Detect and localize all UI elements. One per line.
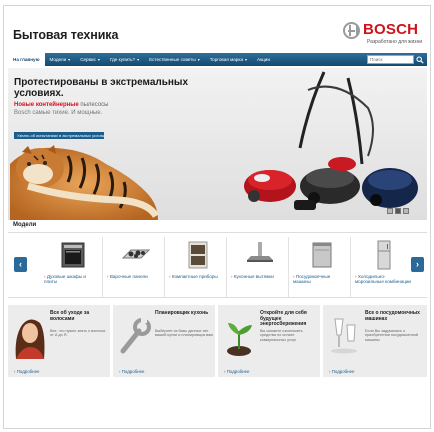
bosch-armature-icon [343,22,360,39]
promo-section: Все об уходе за волосами Все, что нужно … [8,305,427,377]
fridge-icon [377,240,391,270]
compact-appliance-icon [188,241,208,269]
promo-title: Откройте для себя будущее энергосбережен… [260,310,307,328]
product-label: › Духовые шкафы и плиты [44,274,86,285]
nav-item-models[interactable]: Модели ▾ [45,53,76,66]
chevron-down-icon: ▾ [245,57,248,62]
chevron-down-icon: ▾ [197,57,200,62]
product-label: › Холодильно-морозильные комбинации [355,274,411,285]
hero-cta-button[interactable]: Узнать об испытаниях в экстремальных усл… [14,132,104,139]
nav-item-promotions[interactable]: Акции [252,53,275,66]
carousel-prev-button[interactable]: ‹ [14,257,27,272]
nav-item-brand[interactable]: Торговая марка ▾ [205,53,252,66]
models-heading: Модели [13,222,37,228]
search-icon [416,55,424,64]
promo-title: Планировщик кухонь [155,310,209,316]
promo-card-hair-care[interactable]: Все об уходе за волосами Все, что нужно … [8,305,110,377]
promo-text: Если Вы задумались о приобретении посудо… [365,329,419,342]
hood-icon [247,242,273,262]
slide-dot-active[interactable]: 2 [395,208,401,214]
chevron-down-icon: ▾ [97,57,100,62]
product-label: › Варочные панели [107,274,148,279]
wrench-icon [120,317,151,354]
main-nav: На главную Модели ▾ Сервис ▾ Где купить? ▾ … [8,53,427,66]
promo-more-link[interactable]: › Подробнее [119,369,144,374]
promo-card-dishwashers[interactable]: Все о посудомоечных машинах Если Вы заду… [323,305,427,377]
dishwasher-icon [312,242,332,268]
slide-dot[interactable]: 3 [403,208,409,214]
browser-frame: Бытовая техника BOSCH Разработано для жи… [3,5,431,429]
promo-more-link[interactable]: › Подробнее [329,369,354,374]
hero-title: Протестированы в экстремальных условиях. [14,77,189,99]
product-item-ovens[interactable]: › Духовые шкафы и плиты [40,237,98,297]
promo-more-link[interactable]: › Подробнее [14,369,39,374]
product-item-hoods[interactable]: › Кухонные вытяжки [226,237,284,297]
promo-text: Все, что нужно знать о волосах от А до Я… [50,329,106,338]
carousel-next-button[interactable]: › [411,257,424,272]
promo-title: Все об уходе за волосами [50,310,90,322]
nav-item-home[interactable]: На главную [8,53,45,66]
brand-tagline: Разработано для жизни [367,39,423,45]
chevron-down-icon: ▾ [68,57,71,62]
product-item-fridges[interactable]: › Холодильно-морозильные комбинации [350,237,411,297]
sprout-icon [227,323,252,356]
slide-pager: 1 2 3 [387,208,409,214]
promo-card-energy-saving[interactable]: Откройте для себя будущее энергосбережен… [218,305,320,377]
promo-card-kitchen-planner[interactable]: Планировщик кухонь Выберите из базы данн… [113,305,215,377]
models-carousel: ‹ › Духовые шкафы и плиты › Варочные пан… [8,232,427,298]
search-input[interactable] [367,55,414,64]
product-item-dishwashers[interactable]: › Посудомоечные машины [288,237,346,297]
chevron-down-icon: ▾ [137,57,140,62]
glassware-icon [331,318,357,354]
promo-title: Все о посудомоечных машинах [365,310,420,322]
chevron-left-icon: ‹ [19,259,22,269]
bosch-logo[interactable]: BOSCH Разработано для жизни [343,21,423,48]
product-list: › Духовые шкафы и плиты › Варочные панел… [40,237,411,297]
hob-icon [121,249,151,259]
hero-banner[interactable]: Протестированы в экстремальных условиях.… [8,68,427,220]
oven-icon [61,242,85,268]
slide-dot[interactable]: 1 [387,208,393,214]
hero-subtitle-line2: Bosch самые тихие. И мощные. [14,110,103,116]
product-item-hobs[interactable]: › Варочные панели [102,237,160,297]
hero-subtitle: Новые контейнерные пылесосы [14,102,109,108]
product-label: › Кухонные вытяжки [231,274,274,279]
product-item-compact[interactable]: › Компактные приборы [164,237,222,297]
site-title[interactable]: Бытовая техника [13,28,118,42]
product-label: › Посудомоечные машины [293,274,331,285]
nav-item-tips[interactable]: Естественные советы ▾ [144,53,205,66]
nav-item-service[interactable]: Сервис ▾ [75,53,105,66]
brand-name: BOSCH [363,21,419,38]
promo-text: Выберите из базы данных тип вашей кухни … [155,329,213,338]
woman-portrait-icon [15,319,45,359]
page-header: Бытовая техника BOSCH Разработано для жи… [4,6,430,50]
product-label: › Компактные приборы [169,274,218,279]
chevron-right-icon: › [416,259,419,269]
promo-text: Вы сможете сэкономить средства по оплате… [260,329,303,342]
nav-item-where-to-buy[interactable]: Где купить? ▾ [105,53,144,66]
search-button[interactable] [415,54,425,65]
promo-more-link[interactable]: › Подробнее [224,369,249,374]
